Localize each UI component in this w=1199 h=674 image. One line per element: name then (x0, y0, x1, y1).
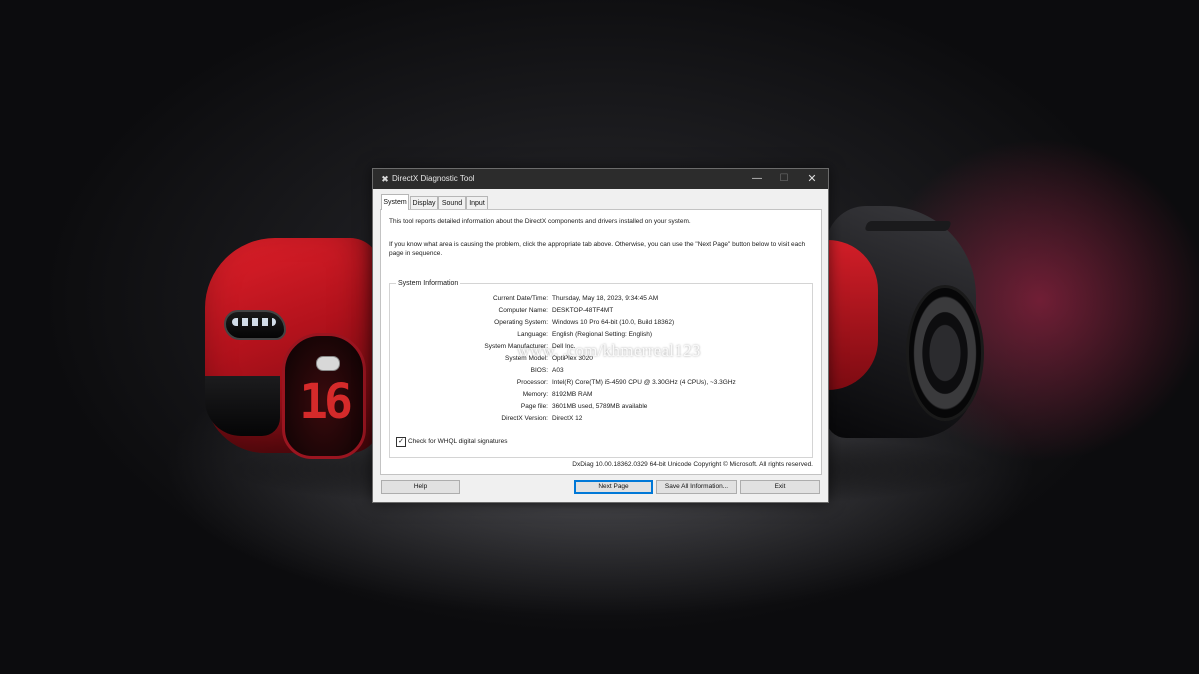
system-information-group: System Information Current Date/Time: Th… (389, 279, 813, 458)
group-title: System Information (396, 279, 461, 289)
whql-checkbox-label[interactable]: Check for WHQL digital signatures (408, 437, 507, 447)
window-title: DirectX Diagnostic Tool (392, 174, 475, 183)
info-value: Thursday, May 18, 2023, 9:34:45 AM (552, 295, 659, 302)
info-row-language: Language: English (Regional Setting: Eng… (390, 330, 812, 340)
watermark-text: www. .com/khmerreal123 (517, 341, 701, 360)
info-value: 8192MB RAM (552, 391, 593, 398)
info-row-directx-version: DirectX Version: DirectX 12 (390, 414, 812, 424)
instructions-text: If you know what area is causing the pro… (389, 241, 806, 257)
directx-diagnostic-window: ✖ DirectX Diagnostic Tool — ☐ ✕ System D… (372, 168, 829, 503)
info-label: DirectX Version: (501, 415, 548, 422)
info-label: Page file: (520, 403, 548, 410)
next-page-button[interactable]: Next Page (574, 480, 653, 494)
info-row-date-time: Current Date/Time: Thursday, May 18, 202… (390, 294, 812, 304)
car-grille-number: 16 (299, 374, 353, 430)
info-label: Memory: (522, 391, 548, 398)
whql-checkbox[interactable]: ✓ (396, 437, 406, 447)
car-rear-wing (864, 221, 952, 231)
car-headlight-leds (232, 318, 276, 326)
minimize-button[interactable]: — (743, 169, 771, 189)
help-button[interactable]: Help (381, 480, 460, 494)
directx-icon: ✖ (381, 174, 389, 184)
info-label: Computer Name: (498, 307, 549, 314)
car-rear-wheel (906, 285, 984, 421)
info-row-page-file: Page file: 3601MB used, 5789MB available (390, 402, 812, 412)
info-value: Windows 10 Pro 64-bit (10.0, Build 18362… (552, 319, 675, 326)
car-front-lower (205, 376, 280, 436)
intro-text: This tool reports detailed information a… (389, 218, 691, 225)
car-badge (316, 356, 340, 371)
tab-system[interactable]: System (381, 194, 409, 210)
maximize-button[interactable]: ☐ (770, 169, 798, 189)
tab-sound[interactable]: Sound (438, 196, 466, 210)
info-label: Processor: (516, 379, 548, 386)
exit-button[interactable]: Exit (740, 480, 820, 494)
info-row-operating-system: Operating System: Windows 10 Pro 64-bit … (390, 318, 812, 328)
info-value: Intel(R) Core(TM) i5-4590 CPU @ 3.30GHz … (552, 379, 736, 386)
info-value: DESKTOP-48TF4MT (552, 307, 614, 314)
tab-input[interactable]: Input (466, 196, 488, 210)
info-label: Operating System: (494, 319, 548, 326)
title-bar[interactable]: ✖ DirectX Diagnostic Tool — ☐ ✕ (373, 169, 828, 189)
info-label: BIOS: (530, 367, 548, 374)
info-value: English (Regional Setting: English) (552, 331, 653, 338)
close-button[interactable]: ✕ (798, 169, 826, 189)
info-row-memory: Memory: 8192MB RAM (390, 390, 812, 400)
copyright-text: DxDiag 10.00.18362.0329 64-bit Unicode C… (572, 461, 813, 468)
info-label: Language: (517, 331, 548, 338)
tab-display[interactable]: Display (410, 196, 438, 210)
info-row-computer-name: Computer Name: DESKTOP-48TF4MT (390, 306, 812, 316)
info-value: 3601MB used, 5789MB available (552, 403, 648, 410)
info-row-bios: BIOS: A03 (390, 366, 812, 376)
info-value: A03 (552, 367, 564, 374)
save-all-information-button[interactable]: Save All Information... (656, 480, 737, 494)
info-value: DirectX 12 (552, 415, 583, 422)
info-label: Current Date/Time: (492, 295, 548, 302)
info-row-processor: Processor: Intel(R) Core(TM) i5-4590 CPU… (390, 378, 812, 388)
